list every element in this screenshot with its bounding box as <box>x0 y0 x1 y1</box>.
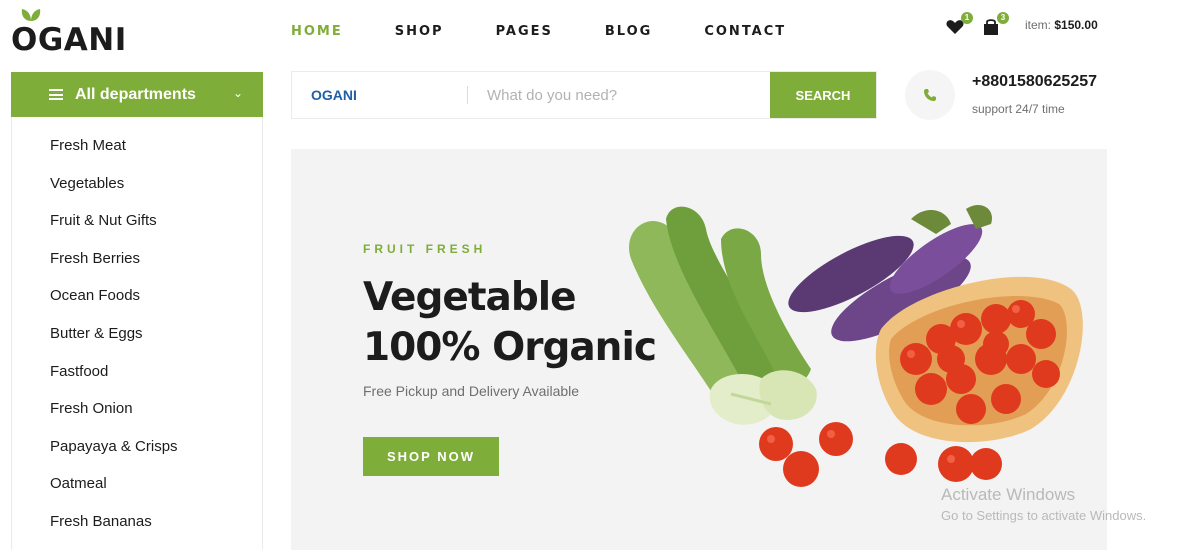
cart-total-label: item: <box>1025 18 1052 32</box>
department-item[interactable]: Fresh Onion <box>12 390 262 428</box>
department-item[interactable]: Fresh Meat <box>12 127 262 165</box>
main-nav: HOME SHOP PAGES BLOG CONTACT <box>291 24 838 39</box>
search-input[interactable] <box>468 72 770 118</box>
department-item[interactable]: Fresh Berries <box>12 240 262 278</box>
wishlist-count-badge: 1 <box>961 12 973 24</box>
all-departments-toggle[interactable]: All departments ⌄ <box>11 72 263 117</box>
phone-icon-circle <box>905 70 955 120</box>
department-item[interactable]: Ocean Foods <box>12 277 262 315</box>
contact-phone: +8801580625257 support 24/7 time <box>905 70 1097 120</box>
cart-total: item: $150.00 <box>1025 18 1098 32</box>
nav-contact[interactable]: CONTACT <box>704 24 786 39</box>
nav-home[interactable]: HOME <box>291 24 343 39</box>
watermark-subtitle: Go to Settings to activate Windows. <box>941 508 1147 523</box>
nav-shop[interactable]: SHOP <box>395 24 444 39</box>
search-form: OGANI SEARCH <box>291 71 877 119</box>
department-item[interactable]: Fastfood <box>12 353 262 391</box>
menu-icon <box>49 89 63 100</box>
cart-total-value: $150.00 <box>1054 18 1098 32</box>
department-item[interactable]: Butter & Eggs <box>12 315 262 353</box>
leaf-icon <box>21 9 41 21</box>
departments-list: Fresh Meat Vegetables Fruit & Nut Gifts … <box>11 117 263 550</box>
department-item[interactable]: Oatmeal <box>12 465 262 503</box>
header-actions: 1 3 item: $150.00 <box>945 12 1098 36</box>
shop-now-button[interactable]: SHOP NOW <box>363 437 499 476</box>
logo-text: OGANI <box>11 22 127 58</box>
phone-number: +8801580625257 <box>972 73 1098 90</box>
department-item[interactable]: Fresh Bananas <box>12 503 262 541</box>
vegetables-image <box>629 204 1083 487</box>
support-text: support 24/7 time <box>972 102 1065 116</box>
cart-button[interactable]: 3 <box>981 12 1009 36</box>
department-item[interactable]: Fruit & Nut Gifts <box>12 202 262 240</box>
search-button[interactable]: SEARCH <box>770 72 876 118</box>
hero-eyebrow: FRUIT FRESH <box>363 242 487 256</box>
department-item[interactable]: Vegetables <box>12 165 262 203</box>
hero-subtitle: Free Pickup and Delivery Available <box>363 383 580 399</box>
departments-title: All departments <box>75 85 196 103</box>
phone-icon <box>924 89 936 101</box>
chevron-down-icon: ⌄ <box>232 86 243 100</box>
nav-pages[interactable]: PAGES <box>496 24 553 39</box>
page: OGANI HOME SHOP PAGES BLOG CONTACT 1 3 i… <box>0 0 1185 550</box>
nav-blog[interactable]: BLOG <box>605 24 652 39</box>
department-item[interactable]: Papayaya & Crisps <box>12 428 262 466</box>
logo[interactable]: OGANI <box>11 8 127 56</box>
activate-windows-watermark: Activate Windows Go to Settings to activ… <box>941 485 1146 523</box>
search-category-select[interactable]: OGANI <box>292 72 468 118</box>
watermark-title: Activate Windows <box>941 485 1076 504</box>
bok-choy <box>629 206 817 425</box>
wishlist-button[interactable]: 1 <box>945 12 973 36</box>
cart-count-badge: 3 <box>997 12 1009 24</box>
